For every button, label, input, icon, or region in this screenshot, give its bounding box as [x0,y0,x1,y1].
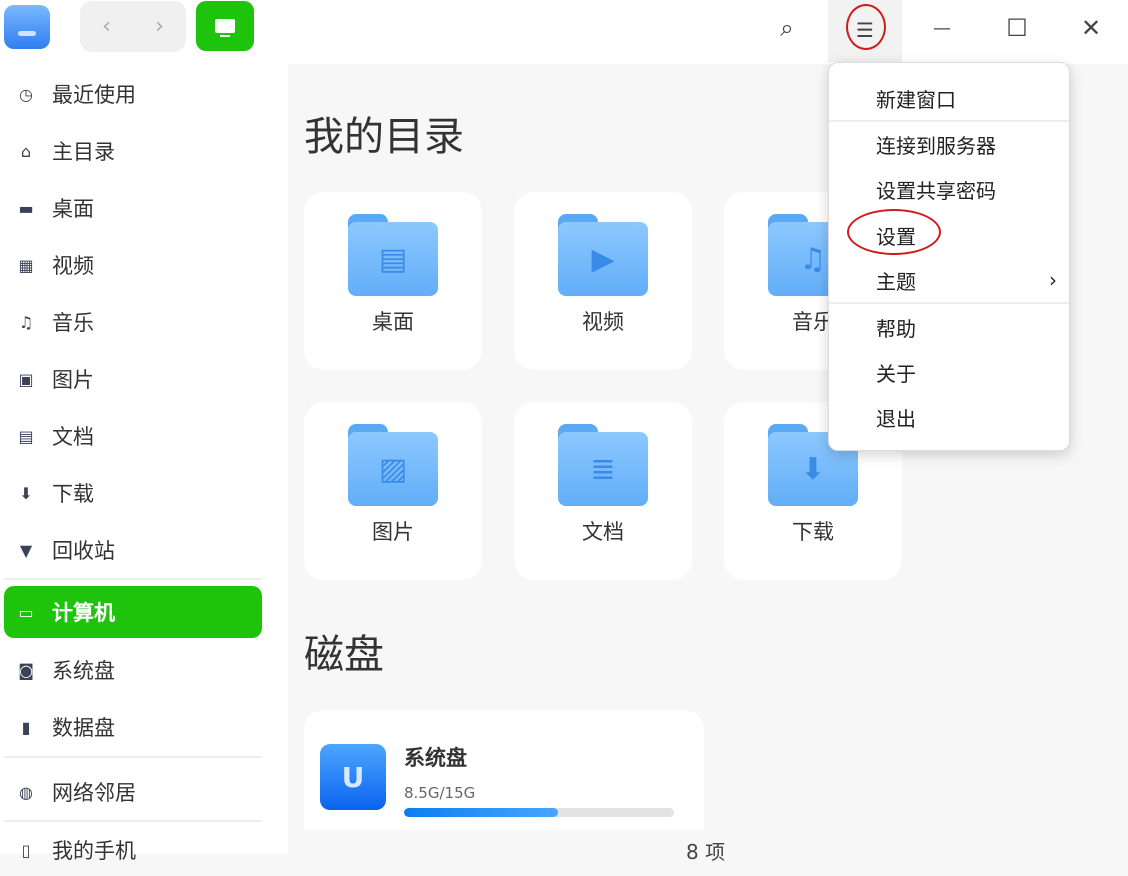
sidebar-item-2[interactable]: ▬ 桌面 [4,182,262,234]
menu-item-1[interactable]: 连接到服务器 [829,123,1069,165]
sidebar-item-11[interactable]: ▮ 数据盘 [4,701,262,753]
folder-icon: ▤ [348,214,438,296]
sidebar-item-10[interactable]: ◙ 系统盘 [4,644,262,696]
sidebar-item-5[interactable]: ▣ 图片 [4,353,262,405]
chevron-right-icon: › [1049,268,1057,292]
menu-divider [829,120,1069,122]
sidebar-item-0[interactable]: ◷ 最近使用 [4,68,262,120]
item-count: 8 项 [686,840,726,864]
annotation-circle [846,4,886,50]
disk-name: 系统盘 [404,746,467,770]
sidebar-divider [4,578,262,580]
clock-icon: ◷ [19,84,33,104]
folder-label: 视频 [582,310,624,334]
desktop-icon: ▬ [18,198,34,218]
menu-divider [829,302,1069,304]
menu-item-7[interactable]: 退出 [829,396,1069,438]
menu-item-label: 退出 [876,406,916,431]
download-icon: ⬇ [19,483,33,503]
folder-label: 下载 [792,520,834,544]
sidebar-item-4[interactable]: ♫ 音乐 [4,296,262,348]
sidebar-item-label: 系统盘 [52,659,115,683]
sidebar-item-label: 文档 [52,425,94,449]
sidebar-item-label: 主目录 [52,140,115,164]
phone-icon: ▯ [21,840,31,860]
disk-card-system[interactable]: U 系统盘 8.5G/15G [304,710,704,830]
sidebar-item-label: 桌面 [52,197,94,221]
music-icon: ♫ [18,312,34,332]
disk-icon: U [320,744,386,810]
maximize-button[interactable]: ☐ [997,8,1037,48]
folder-label: 文档 [582,520,624,544]
navigation-buttons: ‹ › [80,1,186,52]
disk-icon: ◙ [18,660,34,680]
monitor-icon [215,19,235,37]
sidebar-item-label: 我的手机 [52,839,136,863]
menu-item-label: 帮助 [876,316,916,341]
my-directories-heading: 我的目录 [304,114,464,160]
network-icon: ◍ [19,782,33,802]
title-bar: ‹ › ⌕ ☰ — ☐ ✕ [0,0,1128,64]
menu-item-2[interactable]: 设置共享密码 [829,168,1069,210]
menu-item-label: 关于 [876,361,916,386]
sidebar-item-3[interactable]: ▦ 视频 [4,239,262,291]
sidebar-item-label: 最近使用 [52,83,136,107]
menu-item-4[interactable]: 主题 › [829,259,1069,301]
folder-card[interactable]: ▨ 图片 [304,402,482,580]
search-button[interactable]: ⌕ [767,8,807,48]
menu-item-label: 新建窗口 [876,87,956,112]
sidebar-item-12[interactable]: ◍ 网络邻居 [4,766,262,818]
sidebar-item-1[interactable]: ⌂ 主目录 [4,125,262,177]
sidebar-item-9[interactable]: ▭ 计算机 [4,586,262,638]
folder-icon: ▶ [558,214,648,296]
disk-icon: ▮ [21,717,31,737]
menu-item-label: 主题 [876,269,916,294]
trash-icon: ▼ [19,540,33,560]
picture-icon: ▣ [18,369,34,389]
main-menu-dropdown: 新建窗口 连接到服务器 设置共享密码 设置 主题 › 帮助 关于 退出 [828,62,1070,451]
folder-icon: ▨ [348,424,438,506]
video-icon: ▦ [18,255,34,275]
file-manager-logo-icon [4,5,50,49]
sidebar-item-label: 网络邻居 [52,781,136,805]
folder-label: 桌面 [372,310,414,334]
minimize-button[interactable]: — [922,8,962,48]
menu-item-5[interactable]: 帮助 [829,306,1069,348]
home-icon: ⌂ [20,141,32,161]
menu-item-label: 连接到服务器 [876,133,996,158]
sidebar-item-label: 数据盘 [52,716,115,740]
sidebar-item-label: 图片 [52,368,94,392]
sidebar-divider [4,756,262,758]
disks-heading: 磁盘 [304,632,384,678]
folder-card[interactable]: ▶ 视频 [514,192,692,370]
document-icon: ▤ [18,426,34,446]
menu-item-6[interactable]: 关于 [829,351,1069,393]
sidebar-item-13[interactable]: ▯ 我的手机 [4,824,262,876]
close-button[interactable]: ✕ [1071,8,1111,48]
sidebar-item-label: 视频 [52,254,94,278]
folder-icon: ≣ [558,424,648,506]
sidebar-item-label: 下载 [52,482,94,506]
disk-usage-bar [404,808,674,817]
sidebar-item-7[interactable]: ⬇ 下载 [4,467,262,519]
sidebar: ◷ 最近使用 ⌂ 主目录 ▬ 桌面 ▦ 视频 ♫ 音乐 ▣ 图片 ▤ 文档 ⬇ 下载 ▼ 回收站 ▭ 计算机 ◙ 系统盘 ▮… [0,64,288,863]
sidebar-item-label: 音乐 [52,311,94,335]
computer-location-button[interactable] [196,1,254,51]
disk-usage-fill [404,808,558,817]
computer-icon: ▭ [18,602,34,622]
back-button[interactable]: ‹ [102,14,111,39]
disk-usage-text: 8.5G/15G [404,784,476,802]
forward-button[interactable]: › [155,14,164,39]
sidebar-divider [4,820,262,822]
folder-card[interactable]: ≣ 文档 [514,402,692,580]
annotation-circle [847,209,941,255]
sidebar-item-6[interactable]: ▤ 文档 [4,410,262,462]
menu-item-label: 设置共享密码 [876,178,996,203]
sidebar-item-label: 回收站 [52,539,115,563]
folder-card[interactable]: ▤ 桌面 [304,192,482,370]
folder-label: 图片 [372,520,414,544]
menu-item-0[interactable]: 新建窗口 [829,77,1069,119]
sidebar-item-8[interactable]: ▼ 回收站 [4,524,262,576]
sidebar-item-label: 计算机 [52,601,115,625]
